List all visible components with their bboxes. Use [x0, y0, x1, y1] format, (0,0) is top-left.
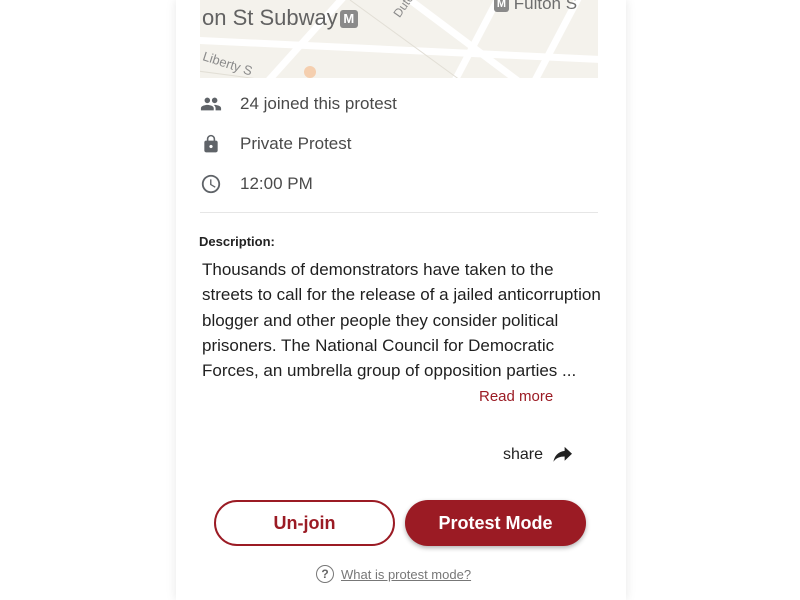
joined-row: 24 joined this protest: [200, 91, 397, 117]
protest-mode-help-link[interactable]: What is protest mode?: [341, 567, 471, 582]
share-label: share: [503, 446, 544, 463]
map-preview[interactable]: on St Subway M M Fulton S Dutch Liberty S: [200, 0, 598, 78]
clock-icon: [200, 173, 222, 195]
divider: [200, 212, 598, 213]
description-text: Thousands of demonstrators have taken to…: [202, 260, 601, 381]
protest-detail-card: on St Subway M M Fulton S Dutch Liberty S…: [176, 0, 626, 600]
share-arrow-icon: [553, 446, 573, 464]
metro-icon: M: [339, 10, 358, 28]
description-heading: Description:: [199, 234, 275, 249]
unjoin-button[interactable]: Un-join: [214, 500, 395, 546]
time-label: 12:00 PM: [240, 174, 313, 193]
joined-count: 24 joined this protest: [240, 94, 397, 113]
privacy-label: Private Protest: [240, 134, 352, 153]
share-button[interactable]: share: [503, 446, 573, 464]
map-station-label: on St Subway M: [202, 5, 358, 31]
metro-icon: M: [494, 0, 509, 12]
protest-mode-button[interactable]: Protest Mode: [405, 500, 586, 546]
protest-mode-help[interactable]: ? What is protest mode?: [316, 565, 471, 583]
read-more-link[interactable]: Read more: [479, 388, 553, 405]
time-row: 12:00 PM: [200, 171, 313, 197]
people-icon: [200, 93, 222, 115]
privacy-row: Private Protest: [200, 131, 352, 157]
map-fulton-label: M Fulton S: [492, 0, 577, 14]
question-circle-icon: ?: [316, 565, 334, 583]
lock-icon: [200, 133, 222, 155]
